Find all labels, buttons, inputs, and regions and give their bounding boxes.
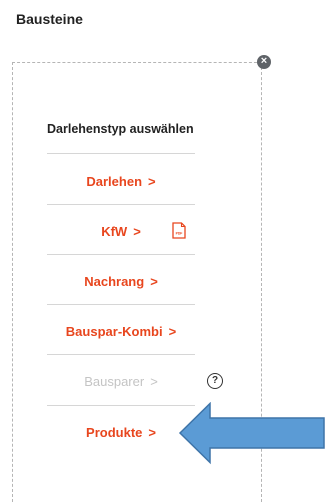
item-label: Bausparer [84,373,145,389]
item-label: Bauspar-Kombi [65,323,163,339]
chevron-right-icon: > [148,424,156,440]
close-button[interactable]: × [257,55,271,69]
divider [47,204,195,205]
bausparer-button: Bausparer > [47,371,195,391]
divider [47,254,195,255]
chevron-right-icon: > [148,173,156,189]
pdf-icon[interactable]: PDF [172,222,186,239]
divider [47,153,195,154]
nachrang-button[interactable]: Nachrang > [47,271,195,291]
divider [47,354,195,355]
annotation-arrow-icon [178,402,325,465]
divider [47,405,195,406]
bauspar-kombi-button[interactable]: Bauspar-Kombi > [47,321,195,341]
item-label: Produkte [86,424,143,440]
item-label: Darlehen [86,173,143,189]
list-title: Darlehenstyp auswählen [47,122,194,136]
section-title: Bausteine [16,11,83,27]
help-icon[interactable]: ? [207,373,223,389]
pdf-icon-text: PDF [176,232,183,236]
close-icon: × [260,55,268,67]
darlehen-button[interactable]: Darlehen > [47,171,195,191]
item-label: Nachrang [84,273,145,289]
chevron-right-icon: > [150,273,158,289]
chevron-right-icon: > [133,223,141,239]
chevron-right-icon: > [150,373,158,389]
item-label: KfW [101,223,128,239]
divider [47,304,195,305]
produkte-button[interactable]: Produkte > [47,422,195,442]
chevron-right-icon: > [168,323,177,339]
